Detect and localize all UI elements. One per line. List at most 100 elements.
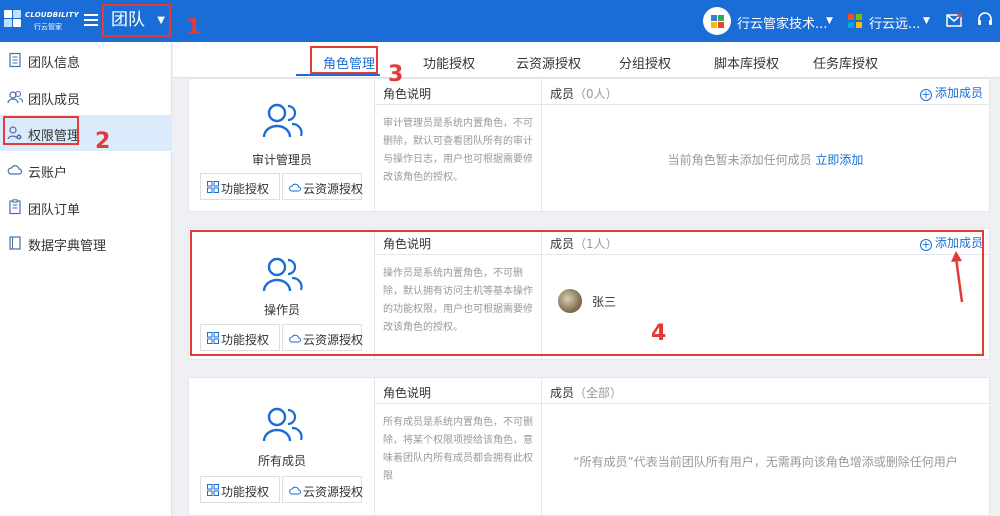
role-members: 成员（全部） “所有成员”代表当前团队所有用户，无需再向该角色增添或删除任何用户	[542, 378, 989, 515]
grid-icon	[207, 484, 219, 496]
annotation-number: 4	[651, 321, 667, 346]
logo-subtitle: 行云管家	[34, 23, 62, 31]
button-label: 功能授权	[221, 485, 270, 499]
sidebar-item-team-orders[interactable]: 团队订单	[0, 189, 172, 225]
cloud-resource-auth-button[interactable]: 云资源授权	[282, 324, 364, 351]
grid-icon	[207, 181, 219, 193]
description-header: 角色说明	[375, 378, 541, 404]
sidebar-item-label: 云账户	[28, 166, 68, 181]
tab-cloud-resource-auth[interactable]: 云资源授权	[516, 53, 581, 72]
sidebar-item-permission-management[interactable]: 权限管理	[0, 115, 172, 151]
document-icon	[9, 52, 21, 68]
all-members-note: “所有成员”代表当前团队所有用户，无需再向该角色增添或删除任何用户	[573, 455, 958, 469]
add-member-label: 添加成员	[934, 236, 983, 250]
role-card: 所有成员 功能授权 云资源授权 角色说明 所有成员是系统内置角色，不可删除，将某…	[188, 377, 990, 516]
plus-circle-icon: +	[919, 238, 932, 251]
headset-icon[interactable]	[976, 11, 994, 29]
logo-icon	[4, 10, 22, 28]
active-tab-indicator	[296, 74, 380, 76]
tab-role-management[interactable]: 角色管理	[323, 53, 375, 72]
role-description: 角色说明 审计管理员是系统内置角色，不可删除，默认可查看团队所有的审计与操作日志…	[375, 79, 542, 211]
button-label: 功能授权	[221, 333, 270, 347]
role-users-icon	[262, 407, 303, 442]
tab-function-auth[interactable]: 功能授权	[423, 53, 475, 72]
cloud-icon	[289, 183, 301, 192]
add-member-button[interactable]: + 添加成员	[919, 234, 983, 251]
sidebar-item-label: 权限管理	[28, 129, 81, 144]
empty-members-note: 当前角色暂未添加任何成员 立即添加	[542, 151, 989, 168]
sidebar-item-label: 团队订单	[28, 203, 81, 218]
button-label: 云资源授权	[303, 333, 364, 347]
org-name[interactable]: 行云管家技术...	[737, 13, 827, 32]
role-summary: 操作员 功能授权 云资源授权	[189, 229, 375, 359]
role-users-icon	[262, 103, 303, 138]
users-icon	[7, 90, 23, 104]
tab-bar: 角色管理 功能授权 云资源授权 分组授权 脚本库授权 任务库授权	[173, 42, 1000, 78]
members-count: （全部）	[574, 386, 623, 400]
tab-script-library-auth[interactable]: 脚本库授权	[714, 53, 779, 72]
cloud-icon	[289, 486, 301, 495]
members-label: 成员	[550, 237, 575, 251]
members-header: 成员（全部）	[542, 378, 989, 404]
role-description: 角色说明 所有成员是系统内置角色，不可删除，将某个权限项授给该角色，意味着团队内…	[375, 378, 542, 515]
top-bar: CLOUDBILITY 行云管家 团队 ▼ 行云管家技术... ▼ 行云远...…	[0, 0, 1000, 42]
plus-circle-icon: +	[919, 88, 932, 101]
grid-icon	[207, 332, 219, 344]
hamburger-menu-icon[interactable]	[84, 14, 98, 26]
org-avatar[interactable]	[703, 7, 731, 35]
chevron-down-icon[interactable]: ▼	[826, 16, 833, 26]
role-name: 所有成员	[257, 454, 306, 468]
role-description: 角色说明 操作员是系统内置角色，不可删除，默认拥有访问主机等基本操作的功能权限，…	[375, 229, 542, 359]
function-auth-button[interactable]: 功能授权	[200, 324, 280, 351]
annotation-arrow-icon	[951, 251, 964, 303]
sidebar: 团队信息 团队成员 权限管理 云账户 团队订单 数据字典管理	[0, 42, 172, 516]
chevron-down-icon: ▼	[157, 15, 165, 26]
member-name: 张三	[592, 295, 617, 309]
sidebar-item-label: 团队信息	[28, 56, 81, 71]
add-now-link[interactable]: 立即添加	[815, 153, 863, 167]
annotation-number: 2	[95, 129, 111, 154]
role-card: 审计管理员 功能授权 云资源授权 角色说明 审计管理员是系统内置角色，不可删除，…	[188, 78, 990, 212]
annotation-number: 1	[186, 15, 202, 40]
members-label: 成员	[550, 87, 575, 101]
description-text: 所有成员是系统内置角色，不可删除，将某个权限项授给该角色，意味着团队内所有成员都…	[383, 417, 533, 482]
tab-group-auth[interactable]: 分组授权	[619, 53, 671, 72]
brand-logo[interactable]: CLOUDBILITY 行云管家	[4, 7, 80, 35]
chevron-down-icon[interactable]: ▼	[923, 16, 930, 26]
team-selector[interactable]: 团队 ▼	[103, 5, 170, 36]
members-count: （0人）	[574, 87, 618, 101]
sidebar-item-data-dictionary[interactable]: 数据字典管理	[0, 225, 172, 261]
cloud-resource-auth-button[interactable]: 云资源授权	[282, 173, 364, 200]
role-members: 成员（1人） + 添加成员 张三	[542, 229, 989, 359]
mail-icon[interactable]	[946, 13, 962, 27]
windows-icon	[848, 14, 862, 28]
role-summary: 所有成员 功能授权 云资源授权	[189, 378, 375, 515]
function-auth-button[interactable]: 功能授权	[200, 476, 280, 503]
description-text: 操作员是系统内置角色，不可删除，默认拥有访问主机等基本操作的功能权限，用户也可根…	[383, 268, 533, 333]
role-name: 审计管理员	[251, 153, 312, 167]
sidebar-item-team-members[interactable]: 团队成员	[0, 79, 172, 115]
description-header: 角色说明	[375, 229, 541, 255]
empty-text: 当前角色暂未添加任何成员	[667, 153, 812, 167]
role-summary: 审计管理员 功能授权 云资源授权	[189, 79, 375, 211]
cloud-resource-auth-button[interactable]: 云资源授权	[282, 476, 363, 503]
role-card: 操作员 功能授权 云资源授权 角色说明 操作员是系统内置角色，不可删除，默认拥有…	[188, 228, 990, 360]
cloud-icon	[7, 165, 23, 175]
order-icon	[9, 199, 21, 215]
book-icon	[9, 236, 21, 250]
region-name[interactable]: 行云远...	[869, 13, 920, 32]
add-member-label: 添加成员	[934, 86, 983, 100]
members-label: 成员	[550, 386, 575, 400]
tab-task-library-auth[interactable]: 任务库授权	[813, 53, 878, 72]
sidebar-item-team-info[interactable]: 团队信息	[0, 42, 172, 78]
function-auth-button[interactable]: 功能授权	[200, 173, 280, 200]
button-label: 云资源授权	[303, 182, 364, 196]
team-selector-label: 团队	[111, 10, 145, 30]
role-members: 成员（0人） + 添加成员 当前角色暂未添加任何成员 立即添加	[542, 79, 989, 211]
role-users-icon	[262, 257, 303, 292]
sidebar-item-cloud-account[interactable]: 云账户	[0, 152, 172, 188]
annotation-number: 3	[388, 62, 404, 87]
sidebar-item-label: 团队成员	[28, 93, 81, 108]
add-member-button[interactable]: + 添加成员	[919, 84, 983, 101]
button-label: 功能授权	[221, 182, 270, 196]
